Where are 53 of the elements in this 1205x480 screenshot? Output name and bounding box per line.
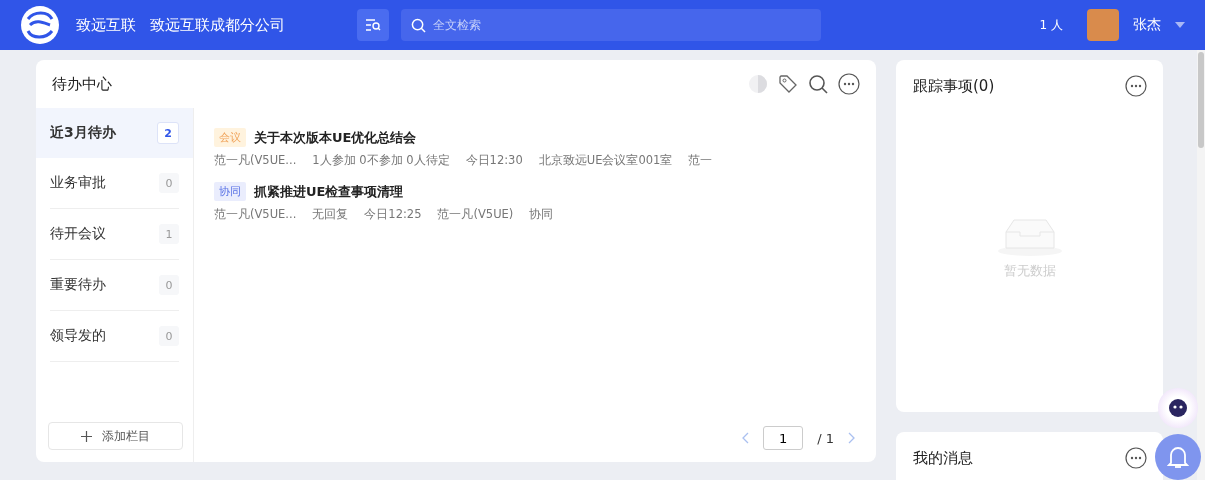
type-tag: 协同 (214, 182, 246, 201)
meta-text: 今日12:30 (465, 153, 523, 168)
count-badge: 0 (159, 173, 179, 193)
page-total: / 1 (817, 430, 834, 446)
more-icon[interactable] (838, 73, 860, 95)
meta-text: 1人参加 0不参加 0人待定 (312, 153, 450, 168)
meta-text: 无回复 (312, 207, 349, 222)
sidebar-tab[interactable]: 近3月待办 2 (36, 108, 193, 158)
tag-icon[interactable] (778, 74, 798, 94)
tab-label: 业务审批 (50, 174, 106, 192)
caret-icon[interactable] (1175, 22, 1185, 28)
tab-label: 重要待办 (50, 276, 106, 294)
card-title: 我的消息 (913, 448, 973, 468)
todo-title[interactable]: 抓紧推进UE检查事项清理 (254, 182, 404, 201)
filter-search-button[interactable] (357, 9, 389, 41)
user-name[interactable]: 张杰 (1133, 16, 1161, 34)
sidebar-tab[interactable]: 业务审批 0 (50, 158, 179, 209)
brand-name: 致远互联 (76, 15, 136, 35)
company-name: 致远互联成都分公司 (150, 15, 285, 35)
search-field[interactable]: 全文检索 (401, 9, 821, 41)
card-title: 跟踪事项(0) (913, 76, 995, 96)
meta-text: 今日12:25 (364, 207, 422, 222)
count-badge: 2 (157, 122, 179, 144)
count-badge: 0 (159, 275, 179, 295)
bell-icon (1167, 445, 1189, 469)
logo-icon (20, 5, 60, 45)
scrollbar-thumb[interactable] (1198, 52, 1204, 148)
list-search-icon (365, 18, 381, 32)
page-input[interactable]: 1 (763, 426, 804, 450)
meta-text: 范一凡(V5UE) (437, 207, 514, 222)
online-count[interactable]: 1 人 (1039, 16, 1063, 34)
count-badge: 1 (159, 224, 179, 244)
sidebar-tab[interactable]: 领导发的 0 (50, 311, 179, 362)
plus-icon (81, 430, 92, 442)
add-column-button[interactable]: 添加栏目 (48, 422, 183, 450)
meta-text: 范一 (688, 153, 713, 168)
sidebar-tab[interactable]: 重要待办 0 (50, 260, 179, 311)
more-icon[interactable] (1125, 75, 1147, 97)
count-badge: 0 (159, 326, 179, 346)
sidebar-tab[interactable]: 待开会议 1 (50, 209, 179, 260)
meta-text: 范一凡(V5UE... (214, 207, 297, 222)
search-icon[interactable] (808, 74, 828, 94)
type-tag: 会议 (214, 128, 246, 147)
tab-label: 待开会议 (50, 225, 106, 243)
card-title: 待办中心 (52, 74, 113, 94)
tab-label: 近3月待办 (50, 124, 116, 142)
todo-title[interactable]: 关于本次版本UE优化总结会 (254, 128, 417, 147)
meta-text: 范一凡(V5UE... (214, 153, 297, 168)
tab-label: 领导发的 (50, 327, 106, 345)
meta-text: 协同 (529, 207, 554, 222)
assistant-robot-button[interactable] (1158, 388, 1198, 428)
more-icon[interactable] (1125, 447, 1147, 469)
meta-text: 北京致远UE会议室001室 (538, 153, 673, 168)
